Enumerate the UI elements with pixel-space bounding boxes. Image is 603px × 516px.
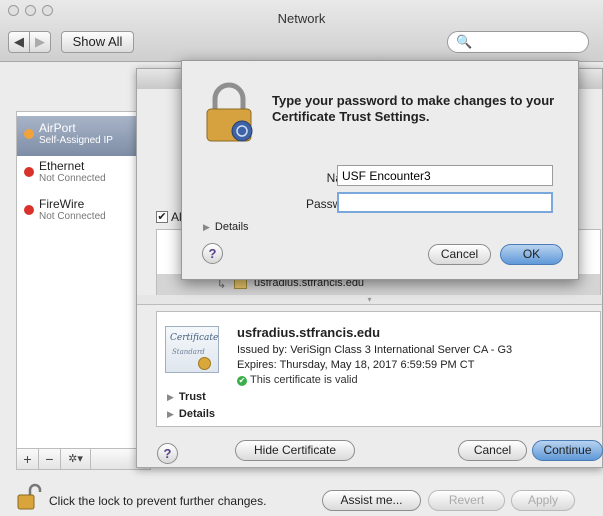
certificate-title: usfradius.stfrancis.edu bbox=[237, 325, 381, 340]
cancel-button[interactable]: Cancel bbox=[428, 244, 491, 265]
sheet-cancel-button[interactable]: Cancel bbox=[458, 440, 527, 461]
split-divider[interactable]: ▾ bbox=[137, 295, 602, 305]
service-name: FireWire bbox=[39, 197, 85, 211]
toolbar: Network ◀ ▶ Show All 🔍 bbox=[0, 0, 603, 62]
certificate-detail: Certificate Standard usfradius.stfrancis… bbox=[156, 311, 601, 427]
show-all-button[interactable]: Show All bbox=[61, 31, 134, 53]
back-button[interactable]: ◀ bbox=[8, 31, 30, 53]
lock-icon bbox=[206, 82, 253, 142]
service-item-airport[interactable]: AirPort Self-Assigned IP bbox=[17, 116, 150, 156]
window-title: Network bbox=[277, 11, 326, 26]
remove-service-button[interactable]: − bbox=[39, 449, 61, 469]
name-field[interactable] bbox=[337, 165, 553, 186]
revert-button[interactable]: Revert bbox=[428, 490, 505, 511]
details-disclosure[interactable]: ▶ Details bbox=[203, 221, 249, 233]
certificate-badge-icon: Certificate Standard bbox=[165, 326, 219, 373]
service-name: Ethernet bbox=[39, 159, 85, 173]
password-dialog: Type your password to make changes to yo… bbox=[181, 60, 579, 280]
service-item-ethernet[interactable]: Ethernet Not Connected bbox=[17, 154, 150, 194]
certificate-valid-status: This certificate is valid bbox=[250, 374, 358, 386]
assist-me-button[interactable]: Assist me... bbox=[322, 490, 421, 511]
status-dot-icon bbox=[24, 167, 34, 177]
search-icon: 🔍 bbox=[456, 34, 473, 49]
network-preferences-window: Network ◀ ▶ Show All 🔍 AirPort Self-Assi… bbox=[0, 0, 603, 516]
forward-button[interactable]: ▶ bbox=[29, 31, 51, 53]
status-dot-icon bbox=[24, 129, 34, 139]
status-dot-icon bbox=[24, 205, 34, 215]
service-list: AirPort Self-Assigned IP Ethernet Not Co… bbox=[16, 111, 151, 458]
help-button[interactable]: ? bbox=[202, 243, 223, 264]
badge-title: Certificate bbox=[170, 333, 219, 343]
trust-disclosure[interactable]: ▶ Trust bbox=[167, 391, 206, 403]
service-item-firewire[interactable]: FireWire Not Connected bbox=[17, 192, 150, 232]
certificate-expiry: Expires: Thursday, May 18, 2017 6:59:59 … bbox=[237, 359, 475, 371]
add-service-button[interactable]: + bbox=[17, 449, 39, 469]
disclosure-triangle-icon: ▶ bbox=[203, 222, 210, 232]
disclosure-triangle-icon: ▶ bbox=[167, 409, 174, 419]
service-status: Self-Assigned IP bbox=[39, 135, 113, 146]
badge-subtitle: Standard bbox=[172, 348, 205, 356]
service-status: Not Connected bbox=[39, 211, 106, 222]
disclosure-triangle-icon: ▶ bbox=[167, 392, 174, 402]
service-list-controls: + − ✲▾ bbox=[16, 448, 151, 470]
password-field[interactable] bbox=[337, 192, 553, 213]
lock-message: Click the lock to prevent further change… bbox=[49, 494, 267, 508]
action-menu-button[interactable]: ✲▾ bbox=[61, 449, 91, 469]
service-name: AirPort bbox=[39, 121, 76, 135]
apply-button[interactable]: Apply bbox=[511, 490, 575, 511]
valid-check-icon: ✔ bbox=[237, 376, 247, 386]
certificate-issuer: Issued by: VeriSign Class 3 Internationa… bbox=[237, 344, 513, 356]
search-field[interactable]: 🔍 bbox=[447, 31, 589, 53]
always-trust-checkbox[interactable]: ✔ bbox=[156, 211, 168, 223]
help-button[interactable]: ? bbox=[157, 443, 178, 464]
continue-button[interactable]: Continue bbox=[532, 440, 603, 461]
dialog-message: Type your password to make changes to yo… bbox=[272, 93, 555, 124]
ok-button[interactable]: OK bbox=[500, 244, 563, 265]
hide-certificate-button[interactable]: Hide Certificate bbox=[235, 440, 355, 461]
unlocked-lock-icon[interactable] bbox=[16, 483, 42, 511]
seal-icon bbox=[198, 357, 211, 370]
details-disclosure[interactable]: ▶ Details bbox=[167, 408, 215, 420]
service-status: Not Connected bbox=[39, 173, 106, 184]
